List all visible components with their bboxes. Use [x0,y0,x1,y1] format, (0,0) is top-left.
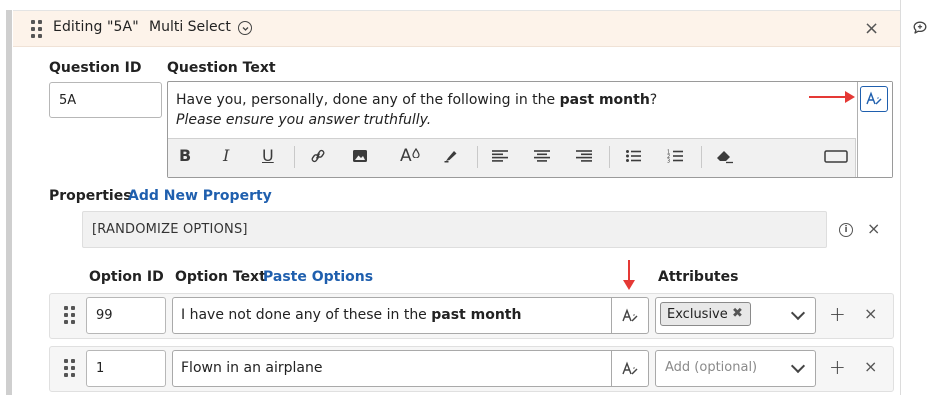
question-id-input[interactable]: 5A [49,82,162,118]
option-id-value: 99 [96,308,113,323]
clear-formatting-icon[interactable] [715,148,735,164]
option-id-input[interactable]: 99 [86,297,166,334]
annotation-arrow [809,96,849,98]
close-editor-icon[interactable]: × [864,20,879,38]
add-option-button[interactable]: + [829,304,846,324]
editor-title: Editing "5A" [53,19,139,35]
attributes-placeholder: Add (optional) [665,360,758,375]
remove-property-icon[interactable]: × [867,221,880,237]
paste-options-link[interactable]: Paste Options [263,269,373,285]
toolbar-divider [477,146,478,168]
option-text: I have not done any of these in the past… [181,307,521,323]
attributes-header: Attributes [658,269,739,285]
question-id-value: 5A [59,92,77,108]
property-item: [RANDOMIZE OPTIONS] [82,211,827,248]
question-text-line2[interactable]: Please ensure you answer truthfully. [176,112,431,128]
left-accent-bar [6,10,12,395]
add-new-property-link[interactable]: Add New Property [128,188,272,204]
option-ai-divider [611,297,612,334]
option-ai-rewrite-button[interactable] [620,306,640,326]
droplet-icon [412,147,420,159]
option-ai-rewrite-button[interactable] [620,359,640,379]
info-icon[interactable]: i [839,223,853,237]
underline-button[interactable]: U [262,148,274,164]
option-ai-divider [611,350,612,387]
italic-button[interactable]: I [223,148,229,164]
question-text-line1[interactable]: Have you, personally, done any of the fo… [176,92,657,108]
option-text-plain: I have not done any of these in the [181,307,432,323]
font-size-button[interactable]: A [400,148,420,165]
question-id-label: Question ID [49,60,142,76]
option-id-input[interactable]: 1 [86,350,166,387]
ai-rewrite-icon [866,91,882,105]
toolbar-divider [701,146,702,168]
question-text-end: ? [649,92,658,108]
bold-button[interactable]: B [179,148,191,164]
panel-divider [900,0,901,395]
svg-text:3: 3 [667,159,670,164]
question-type-label: Multi Select [149,19,231,35]
option-text-bold: past month [431,307,522,323]
option-text: Flown in an airplane [181,360,323,376]
comment-icon[interactable] [912,20,928,36]
chevron-down-circle-icon[interactable] [238,21,252,35]
question-text-bold: past month [559,92,650,108]
align-center-icon[interactable] [533,149,551,163]
toolbar-divider [609,146,610,168]
property-value: [RANDOMIZE OPTIONS] [92,222,248,237]
option-text-header: Option Text [175,269,266,285]
editor-header [13,11,900,47]
drag-handle-icon[interactable] [64,359,75,377]
toolbar-divider [294,146,295,168]
remove-chip-icon[interactable]: ✖ [732,306,743,321]
ai-rewrite-icon [622,308,638,322]
question-text-plain: Have you, personally, done any of the fo… [176,92,560,108]
image-icon[interactable] [352,149,368,163]
remove-option-icon[interactable]: × [864,359,877,375]
numbered-list-icon[interactable]: 123 [667,149,685,163]
align-right-icon[interactable] [575,149,593,163]
link-icon[interactable] [309,148,327,164]
add-option-button[interactable]: + [829,357,846,377]
align-left-icon[interactable] [491,149,509,163]
annotation-arrow-head [623,280,635,290]
option-id-value: 1 [96,361,105,376]
option-id-header: Option ID [89,269,164,285]
annotation-arrow-head [845,91,855,103]
properties-label: Properties [49,188,132,204]
ai-rewrite-icon [622,361,638,375]
remove-option-icon[interactable]: × [864,306,877,322]
attribute-chip-label: Exclusive [667,306,728,322]
drag-handle-icon[interactable] [64,306,75,324]
drag-handle-icon[interactable] [31,20,42,38]
source-view-icon[interactable] [824,150,848,163]
highlight-icon[interactable] [443,148,459,164]
question-text-label: Question Text [167,60,276,76]
bulleted-list-icon[interactable] [625,149,643,163]
ai-rewrite-button[interactable] [860,86,888,112]
font-size-label: A [400,146,412,166]
